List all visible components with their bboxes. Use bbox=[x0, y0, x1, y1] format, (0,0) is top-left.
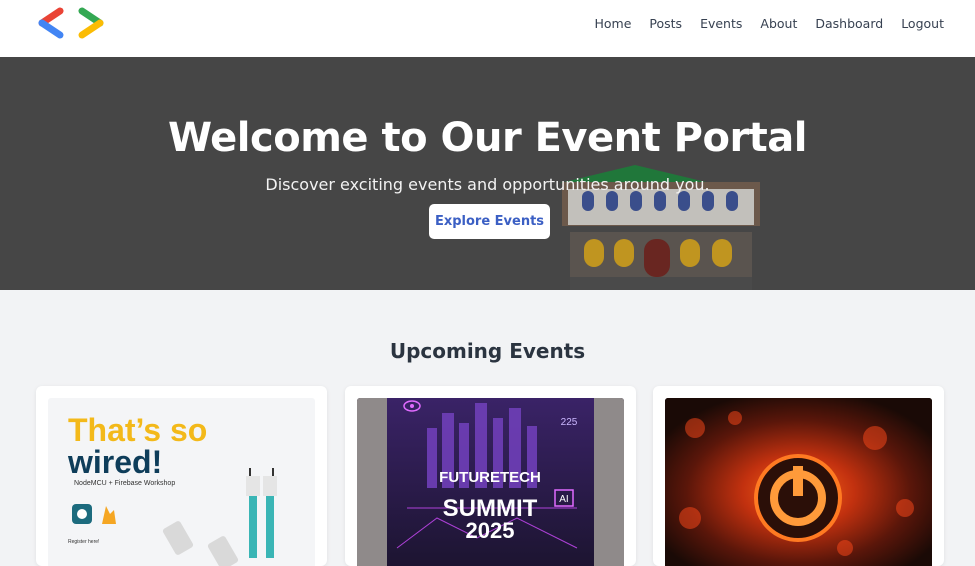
hero-title: Welcome to Our Event Portal bbox=[167, 115, 808, 161]
hero-banner: Welcome to Our Event Portal Discover exc… bbox=[0, 57, 975, 290]
nav-about[interactable]: About bbox=[760, 16, 797, 31]
nav-home[interactable]: Home bbox=[594, 16, 631, 31]
explore-events-button[interactable]: Explore Events bbox=[429, 204, 550, 239]
fire-emblem-poster bbox=[665, 398, 932, 566]
poster-corner-number: 225 bbox=[561, 417, 578, 428]
nav-posts[interactable]: Posts bbox=[649, 16, 682, 31]
nodemcu-firebase-icon bbox=[72, 504, 116, 524]
poster-line1: FUTURETECH bbox=[439, 469, 541, 486]
poster-headline-line1: That’s so bbox=[68, 412, 208, 448]
poster-line3: 2025 bbox=[466, 518, 515, 543]
event-poster-image: FUTURETECH SUMMIT 2025 AI 225 bbox=[357, 398, 624, 566]
nav-menu: Home Posts Events About Dashboard Logout bbox=[594, 0, 944, 46]
event-card[interactable]: That’s so wired! NodeMCU + Firebase Work… bbox=[36, 386, 327, 566]
nav-dashboard[interactable]: Dashboard bbox=[815, 16, 883, 31]
cable-plug-icon bbox=[162, 468, 277, 566]
navbar: Home Posts Events About Dashboard Logout bbox=[0, 0, 975, 57]
event-poster-image: That’s so wired! NodeMCU + Firebase Work… bbox=[48, 398, 315, 566]
poster-register-text: Register here! bbox=[68, 539, 100, 545]
brand-logo-icon[interactable] bbox=[36, 6, 106, 40]
nav-events[interactable]: Events bbox=[700, 16, 742, 31]
nav-logout[interactable]: Logout bbox=[901, 16, 944, 31]
event-card[interactable] bbox=[653, 386, 944, 566]
upcoming-events-heading: Upcoming Events bbox=[389, 339, 586, 363]
hero-subtitle: Discover exciting events and opportuniti… bbox=[265, 175, 710, 194]
event-poster-image bbox=[665, 398, 932, 566]
event-card[interactable]: FUTURETECH SUMMIT 2025 AI 225 bbox=[345, 386, 636, 566]
futuretech-summit-poster: FUTURETECH SUMMIT 2025 AI 225 bbox=[357, 398, 624, 566]
poster-ai-badge: AI bbox=[559, 494, 568, 505]
